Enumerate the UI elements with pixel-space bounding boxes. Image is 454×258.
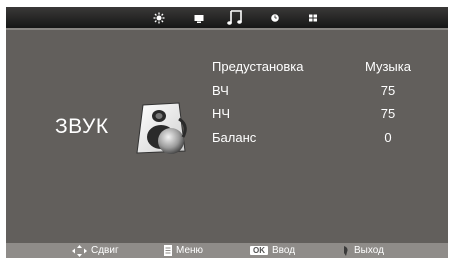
dpad-arrows-icon (72, 244, 87, 257)
hint-menu-label: Меню (176, 245, 204, 256)
balance-value[interactable]: 0 (358, 130, 418, 145)
top-divider (6, 28, 448, 30)
clock-icon[interactable] (268, 11, 282, 25)
menu-list-icon (164, 245, 172, 256)
ok-key-icon: OK (250, 246, 268, 255)
hint-bar: Сдвиг Меню OK Ввод Выход (6, 243, 448, 258)
hint-move: Сдвиг (72, 243, 119, 258)
return-arrow-icon (344, 245, 348, 256)
balance-label[interactable]: Баланс (212, 130, 256, 145)
preset-label[interactable]: Предустановка (212, 59, 304, 74)
speaker-icon (135, 101, 197, 157)
hint-exit-label: Выход (354, 245, 384, 256)
treble-label[interactable]: ВЧ (212, 83, 229, 98)
picture-icon[interactable] (152, 11, 166, 25)
grid-icon[interactable] (306, 11, 320, 25)
screen-icon[interactable] (192, 11, 206, 25)
preset-value[interactable]: Музыка (358, 59, 418, 74)
hint-enter: OK Ввод (250, 243, 295, 258)
treble-value[interactable]: 75 (358, 83, 418, 98)
section-title: ЗВУК (55, 115, 109, 138)
music-note-icon[interactable] (226, 9, 244, 26)
bass-label[interactable]: НЧ (212, 106, 230, 121)
top-menu-bar (6, 7, 448, 28)
hint-menu: Меню (164, 243, 203, 258)
bass-value[interactable]: 75 (358, 106, 418, 121)
hint-exit: Выход (342, 243, 384, 258)
hint-move-label: Сдвиг (91, 245, 119, 256)
osd-menu: ЗВУК Предустановка Музыка ВЧ 75 НЧ 75 Ба… (6, 7, 448, 258)
hint-enter-label: Ввод (272, 245, 296, 256)
